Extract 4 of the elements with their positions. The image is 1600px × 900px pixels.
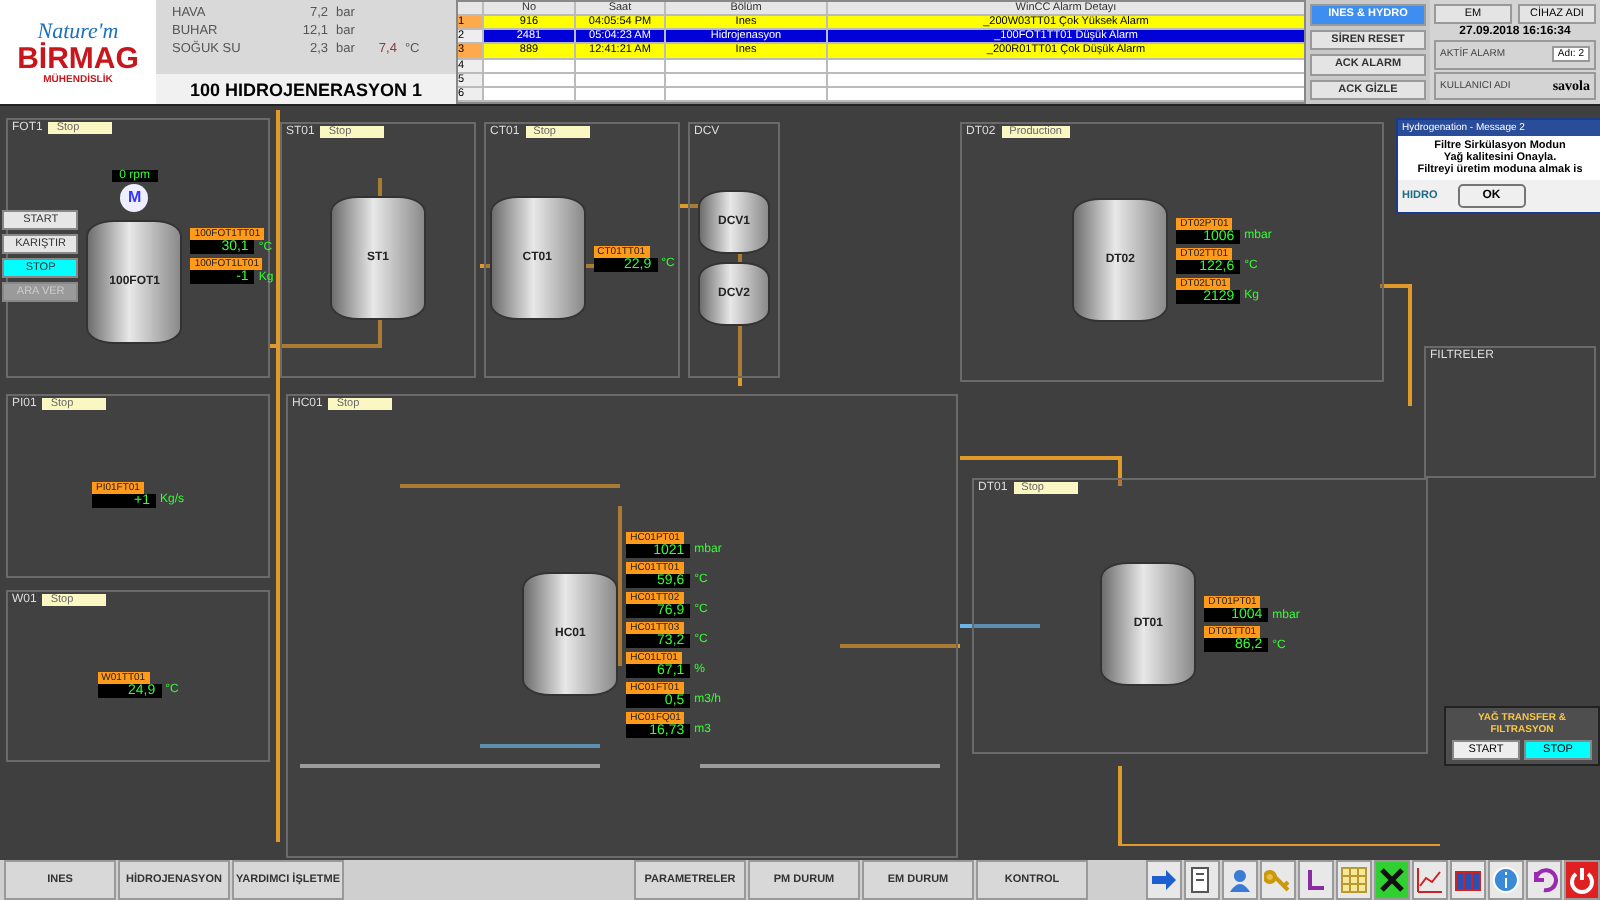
logo-text: Nature'm <box>37 19 119 43</box>
page-title: 100 HIDROJENERASYON 1 <box>156 74 456 104</box>
motor-symbol: M <box>120 183 149 211</box>
logo-text: BİRMAG <box>17 43 139 73</box>
